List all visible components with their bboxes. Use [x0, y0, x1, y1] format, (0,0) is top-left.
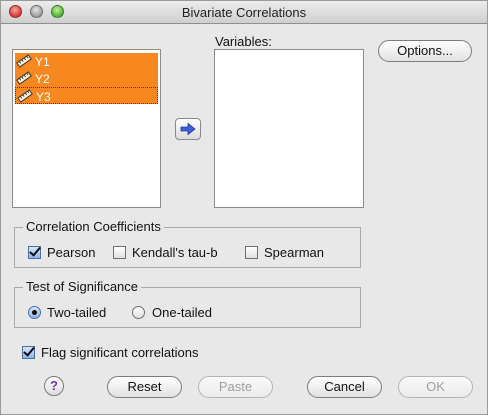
variable-item-y3[interactable]: Y3 [15, 87, 158, 104]
scale-measure-icon [16, 54, 32, 68]
kendall-tau-b-checkbox[interactable] [113, 246, 126, 259]
paste-button[interactable]: Paste [198, 376, 273, 398]
pearson-checkbox[interactable] [28, 246, 41, 259]
flag-significant-checkbox[interactable] [22, 346, 35, 359]
options-button[interactable]: Options... [378, 40, 472, 62]
variables-caption: Variables: [215, 34, 272, 49]
group-title: Test of Significance [23, 279, 142, 294]
spearman-label: Spearman [264, 245, 324, 260]
variable-label: Y3 [36, 90, 51, 104]
bivariate-correlations-dialog: Bivariate Correlations Y1 Y2 Y3 Variable… [0, 0, 488, 415]
two-tailed-label: Two-tailed [47, 305, 107, 320]
help-button[interactable]: ? [44, 376, 64, 396]
variable-item-y1[interactable]: Y1 [15, 53, 158, 70]
cancel-button[interactable]: Cancel [307, 376, 382, 398]
flag-significant-label: Flag significant correlations [41, 345, 199, 360]
one-tailed-radio[interactable] [132, 306, 145, 319]
kendall-tau-b-label: Kendall's tau-b [132, 245, 218, 260]
pearson-label: Pearson [47, 245, 96, 260]
scale-measure-icon [16, 71, 32, 85]
ok-button[interactable]: OK [398, 376, 473, 398]
variable-item-y2[interactable]: Y2 [15, 70, 158, 87]
title-bar[interactable]: Bivariate Correlations [1, 1, 487, 24]
spearman-checkbox[interactable] [245, 246, 258, 259]
right-arrow-icon [180, 122, 196, 136]
window-title: Bivariate Correlations [181, 5, 307, 20]
variable-label: Y1 [35, 55, 50, 69]
source-variable-list[interactable]: Y1 Y2 Y3 [12, 49, 161, 208]
variables-list[interactable] [214, 49, 364, 208]
variable-label: Y2 [35, 72, 50, 86]
one-tailed-label: One-tailed [152, 305, 212, 320]
scale-measure-icon [17, 89, 33, 103]
two-tailed-radio[interactable] [28, 306, 41, 319]
group-title: Correlation Coefficients [23, 219, 164, 234]
move-to-variables-button[interactable] [175, 118, 201, 140]
reset-button[interactable]: Reset [107, 376, 182, 398]
